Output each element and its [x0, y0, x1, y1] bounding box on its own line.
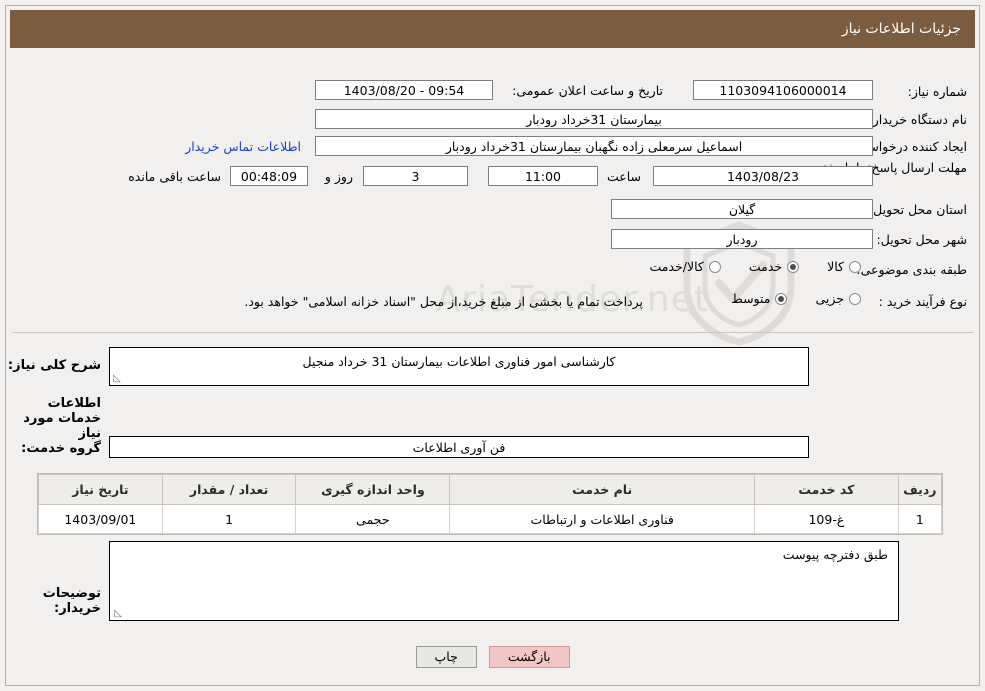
radio-icon-kala-khedmat[interactable]	[708, 260, 721, 273]
radio-icon-kala[interactable]	[849, 260, 861, 273]
category-radio-group[interactable]: کالا خدمت کالا/خدمت	[627, 259, 861, 274]
td-unit: حجمی	[295, 504, 451, 534]
category-option-1[interactable]: خدمت	[748, 259, 800, 274]
th-qty: تعداد / مقدار	[161, 474, 297, 505]
radio-icon-jozi[interactable]	[849, 292, 861, 305]
remaining-time: 00:48:09	[230, 166, 308, 186]
deadline-date: 1403/08/23	[653, 166, 873, 186]
announce-datetime-value: 1403/08/20 - 09:54	[315, 80, 493, 100]
page-title: جزئیات اطلاعات نیاز	[841, 21, 961, 37]
table-row: 1 غ-109 فناوری اطلاعات و ارتباطات حجمی 1…	[38, 504, 943, 534]
need-number-value: 1103094106000014	[693, 80, 873, 100]
purchase-type-option-0-label: جزیی	[815, 291, 844, 306]
hour-label: ساعت	[606, 169, 641, 184]
radio-icon-khedmat[interactable]	[787, 260, 800, 273]
td-date: 1403/09/01	[38, 504, 163, 534]
table-header-row: ردیف کد خدمت نام خدمت واحد اندازه گیری ت…	[38, 474, 943, 505]
remaining-days: 3	[363, 166, 468, 186]
category-option-2-label: کالا/خدمت	[649, 259, 704, 274]
category-label: طبقه بندی موضوعی:	[856, 262, 967, 277]
province-value: گیلان	[611, 199, 873, 219]
th-date: تاریخ نیاز	[38, 474, 163, 505]
buyer-desc-label: توضیحات خریدار:	[42, 586, 101, 616]
purchase-type-radio-group[interactable]: جزیی متوسط	[709, 291, 861, 306]
deadline-label: مهلت ارسال پاسخ: تا تاریخ:	[822, 160, 967, 175]
remaining-time-label: ساعت باقی مانده	[128, 169, 221, 184]
province-label: استان محل تحویل:	[868, 202, 967, 217]
city-label: شهر محل تحویل:	[876, 232, 967, 247]
radio-icon-motavasset[interactable]	[775, 292, 788, 305]
back-button[interactable]: بازگشت	[488, 646, 570, 668]
buyer-contact-link[interactable]: اطلاعات تماس خریدار	[185, 139, 301, 154]
resize-grip-icon-2[interactable]: ◺	[112, 609, 122, 619]
services-info-title: اطلاعات خدمات مورد نیاز	[23, 396, 101, 441]
need-number-label: شماره نیاز:	[907, 83, 967, 99]
page-root: جزئیات اطلاعات نیاز AriaTender.net شماره…	[0, 0, 985, 691]
purchase-type-label: نوع فرآیند خرید :	[878, 294, 967, 309]
general-desc-label: شرح کلی نیاز:	[7, 358, 101, 373]
th-code: کد خدمت	[753, 474, 899, 505]
service-group-label: گروه خدمت:	[21, 441, 101, 456]
print-button[interactable]: چاپ	[415, 646, 477, 668]
td-qty: 1	[161, 504, 297, 534]
buyer-org-label: نام دستگاه خریدار:	[868, 112, 967, 127]
city-value: رودبار	[611, 229, 873, 249]
purchase-type-option-0[interactable]: جزیی	[815, 291, 861, 306]
purchase-type-option-1-label: متوسط	[731, 291, 771, 306]
service-group-box: فن آوری اطلاعات	[109, 436, 809, 458]
service-group-value: فن آوری اطلاعات	[412, 440, 506, 455]
announce-datetime-label: تاریخ و ساعت اعلان عمومی:	[512, 83, 663, 98]
buyer-desc-box: طبق دفترچه پیوست ◺	[109, 541, 899, 621]
purchase-note: پرداخت تمام یا بخشی از مبلغ خرید،از محل …	[244, 294, 643, 309]
category-option-2[interactable]: کالا/خدمت	[649, 259, 721, 274]
requester-value: اسماعیل سرمعلی زاده نگهبان بیمارستان 31خ…	[315, 136, 873, 156]
category-option-0[interactable]: کالا	[827, 259, 861, 274]
purchase-type-option-1[interactable]: متوسط	[731, 291, 788, 306]
td-code: غ-109	[753, 504, 899, 534]
need-details-panel: شماره نیاز: 1103094106000014 تاریخ و ساع…	[12, 54, 973, 332]
need-number-row: شماره نیاز:	[908, 80, 967, 102]
category-option-1-label: خدمت	[748, 259, 783, 274]
deadline-hour: 11:00	[488, 166, 598, 186]
services-table: ردیف کد خدمت نام خدمت واحد اندازه گیری ت…	[38, 474, 943, 534]
page-header: جزئیات اطلاعات نیاز	[10, 10, 975, 48]
category-option-0-label: کالا	[827, 259, 844, 274]
outer-frame: جزئیات اطلاعات نیاز AriaTender.net شماره…	[5, 5, 980, 686]
footer-buttons: بازگشت چاپ	[6, 646, 979, 668]
td-name: فناوری اطلاعات و ارتباطات	[449, 504, 755, 534]
buyer-desc-value: طبق دفترچه پیوست	[782, 547, 888, 562]
th-unit: واحد اندازه گیری	[295, 474, 451, 505]
buyer-org-value: بیمارستان 31خرداد رودبار	[315, 109, 873, 129]
remaining-days-label: روز و	[324, 169, 353, 184]
th-name: نام خدمت	[449, 474, 755, 505]
general-desc-value: کارشناسی امور فناوری اطلاعات بیمارستان 3…	[302, 354, 616, 369]
services-table-wrap: ردیف کد خدمت نام خدمت واحد اندازه گیری ت…	[37, 473, 943, 535]
th-row: ردیف	[897, 474, 943, 505]
resize-grip-icon[interactable]: ◺	[112, 374, 122, 384]
td-row: 1	[897, 504, 943, 534]
section-divider	[12, 332, 973, 333]
general-desc-box: کارشناسی امور فناوری اطلاعات بیمارستان 3…	[109, 347, 809, 386]
